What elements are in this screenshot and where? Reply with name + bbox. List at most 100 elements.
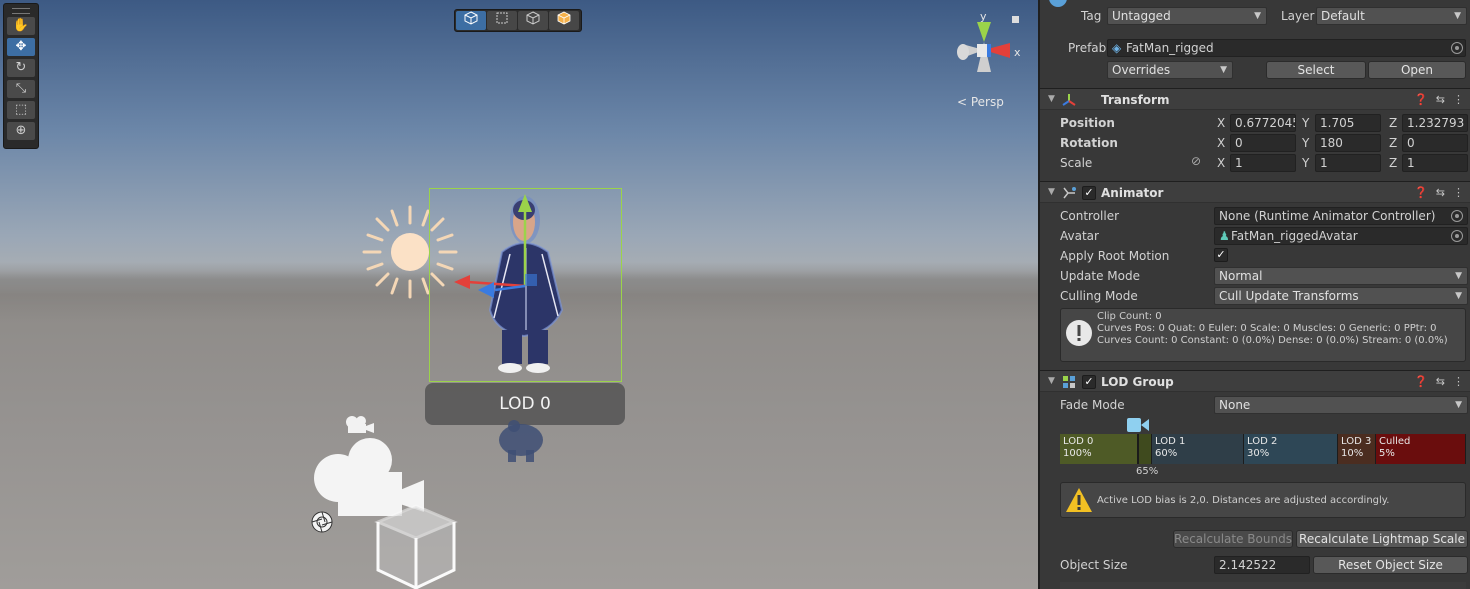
lod-3-segment[interactable]: LOD 3 10% (1338, 434, 1376, 464)
move-tool-icon[interactable]: ✥ (7, 38, 35, 56)
prefab-label: Prefab (1068, 41, 1107, 55)
tag-label: Tag (1081, 9, 1102, 23)
position-label: Position (1060, 116, 1115, 130)
update-mode-label: Update Mode (1060, 269, 1140, 283)
apply-root-motion-checkbox[interactable]: ✓ (1214, 248, 1228, 262)
hand-tool-icon[interactable]: ✋ (7, 17, 35, 35)
small-camera-icon[interactable] (343, 414, 375, 436)
chevron-down-icon: ▼ (1455, 291, 1462, 301)
lod-group-header[interactable]: ▼ ✓ LOD Group ❓ ⇆ ⋮ (1040, 370, 1470, 392)
object-picker-icon[interactable] (1451, 210, 1463, 222)
box-gizmo-icon[interactable] (372, 502, 460, 589)
layer-label: Layer (1281, 9, 1315, 23)
preset-icon[interactable]: ⇆ (1436, 375, 1445, 388)
open-button[interactable]: Open (1368, 61, 1466, 79)
help-icon[interactable]: ❓ (1414, 93, 1428, 106)
transform-tool-icon[interactable]: ⊕ (7, 122, 35, 140)
lod-camera-marker-icon[interactable] (1126, 416, 1150, 434)
object-size-field[interactable]: 2.142522 (1214, 556, 1310, 574)
overrides-dropdown[interactable]: Overrides ▼ (1107, 61, 1233, 79)
position-x-label: X (1217, 116, 1226, 130)
view-mode-wire-cube-icon[interactable] (518, 11, 548, 30)
rotation-z-field[interactable]: 0 (1402, 134, 1468, 152)
kebab-menu-icon[interactable]: ⋮ (1453, 93, 1464, 106)
lod-level-label: LOD 0 (425, 383, 625, 425)
lod-camera-marker-line (1137, 434, 1139, 464)
rect-tool-icon[interactable]: ⬚ (7, 101, 35, 119)
position-x-field[interactable]: 0.6772045 (1230, 114, 1296, 132)
scene-view[interactable]: ✋ ✥ ↻ ⤡ ⬚ ⊕ y x < Persp LOD 0 (0, 0, 1038, 589)
view-mode-shaded-cube-icon[interactable] (549, 11, 579, 30)
lod-bias-warning-text: Active LOD bias is 2,0. Distances are ad… (1097, 495, 1390, 506)
animator-enabled-checkbox[interactable]: ✓ (1082, 186, 1096, 200)
controller-field[interactable]: None (Runtime Animator Controller) (1214, 207, 1468, 225)
scale-x-label: X (1217, 156, 1226, 170)
clip-count-text: Clip Count: 0 (1097, 311, 1162, 322)
scale-tool-icon[interactable]: ⤡ (7, 80, 35, 98)
layer-dropdown[interactable]: Default ▼ (1316, 7, 1467, 25)
chevron-down-icon: ▼ (1254, 11, 1261, 21)
fade-mode-dropdown[interactable]: None ▼ (1214, 396, 1468, 414)
preset-icon[interactable]: ⇆ (1436, 186, 1445, 199)
position-y-label: Y (1302, 116, 1310, 130)
help-icon[interactable]: ❓ (1414, 186, 1428, 199)
position-z-field[interactable]: 1.232793 (1402, 114, 1468, 132)
lod-list-row-partial (1060, 582, 1466, 589)
preset-icon[interactable]: ⇆ (1436, 93, 1445, 106)
scale-x-field[interactable]: 1 (1230, 154, 1296, 172)
culled-segment[interactable]: Culled 5% (1376, 434, 1466, 464)
rotate-tool-icon[interactable]: ↻ (7, 59, 35, 77)
prefab-cube-icon: ◈ (1112, 41, 1122, 55)
lod-1-segment[interactable]: LOD 1 60% (1152, 434, 1244, 464)
inspector-panel: Tag Untagged ▼ Layer Default ▼ Prefab ◈ Fa… (1038, 0, 1470, 589)
avatar-label: Avatar (1060, 229, 1099, 243)
kebab-menu-icon[interactable]: ⋮ (1453, 375, 1464, 388)
object-picker-icon[interactable] (1451, 230, 1463, 242)
lod-marker-percentage: 65% (1136, 466, 1159, 477)
reset-object-size-button[interactable]: Reset Object Size (1313, 556, 1468, 574)
rotation-x-label: X (1217, 136, 1226, 150)
prefab-field[interactable]: ◈ FatMan_rigged (1107, 39, 1466, 57)
position-y-field[interactable]: 1.705 (1315, 114, 1381, 132)
recalculate-lightmap-scale-button[interactable]: Recalculate Lightmap Scale (1296, 530, 1468, 548)
culling-mode-dropdown[interactable]: Cull Update Transforms ▼ (1214, 287, 1468, 305)
scale-y-field[interactable]: 1 (1315, 154, 1381, 172)
apply-root-motion-label: Apply Root Motion (1060, 249, 1170, 263)
chevron-down-icon: ▼ (1455, 271, 1462, 281)
recalculate-bounds-button[interactable]: Recalculate Bounds (1173, 530, 1293, 548)
view-mode-rect-icon[interactable] (487, 11, 517, 30)
curves-pos-text: Curves Pos: 0 Quat: 0 Euler: 0 Scale: 0 … (1097, 323, 1437, 334)
rotation-y-field[interactable]: 180 (1315, 134, 1381, 152)
gizmo-x-label: x (1014, 46, 1021, 59)
foldout-arrow-icon: ▼ (1048, 187, 1055, 197)
view-mode-cube-icon[interactable] (456, 11, 486, 30)
rotation-x-field[interactable]: 0 (1230, 134, 1296, 152)
animator-icon (1063, 187, 1076, 199)
orientation-gizmo[interactable]: y x (950, 8, 1030, 98)
update-mode-dropdown[interactable]: Normal ▼ (1214, 267, 1468, 285)
select-button[interactable]: Select (1266, 61, 1366, 79)
lod-0-segment[interactable]: LOD 0 100% (1060, 434, 1138, 464)
move-gizmo[interactable] (450, 190, 550, 302)
controller-label: Controller (1060, 209, 1120, 223)
kebab-menu-icon[interactable]: ⋮ (1453, 186, 1464, 199)
lod-0-tail (1138, 434, 1152, 464)
transform-header[interactable]: ▼ Transform ❓ ⇆ ⋮ (1040, 88, 1470, 110)
culling-mode-label: Culling Mode (1060, 289, 1138, 303)
object-picker-icon[interactable] (1451, 42, 1463, 54)
scene-view-toolbar (454, 9, 582, 32)
tool-strip-grip[interactable] (12, 8, 30, 14)
scale-y-label: Y (1302, 156, 1310, 170)
warning-icon (1066, 488, 1092, 512)
help-icon[interactable]: ❓ (1414, 375, 1428, 388)
avatar-field[interactable]: ♟ FatMan_riggedAvatar (1214, 227, 1468, 245)
lod-2-segment[interactable]: LOD 2 30% (1244, 434, 1338, 464)
lod-group-enabled-checkbox[interactable]: ✓ (1082, 375, 1096, 389)
scale-z-label: Z (1389, 156, 1398, 170)
tag-dropdown[interactable]: Untagged ▼ (1107, 7, 1267, 25)
perspective-label[interactable]: < Persp (957, 95, 1004, 109)
scale-z-field[interactable]: 1 (1402, 154, 1468, 172)
animator-header[interactable]: ▼ ✓ Animator ❓ ⇆ ⋮ (1040, 181, 1470, 203)
constrain-proportions-icon[interactable]: ⊘ (1191, 154, 1201, 168)
info-icon (1066, 320, 1092, 346)
